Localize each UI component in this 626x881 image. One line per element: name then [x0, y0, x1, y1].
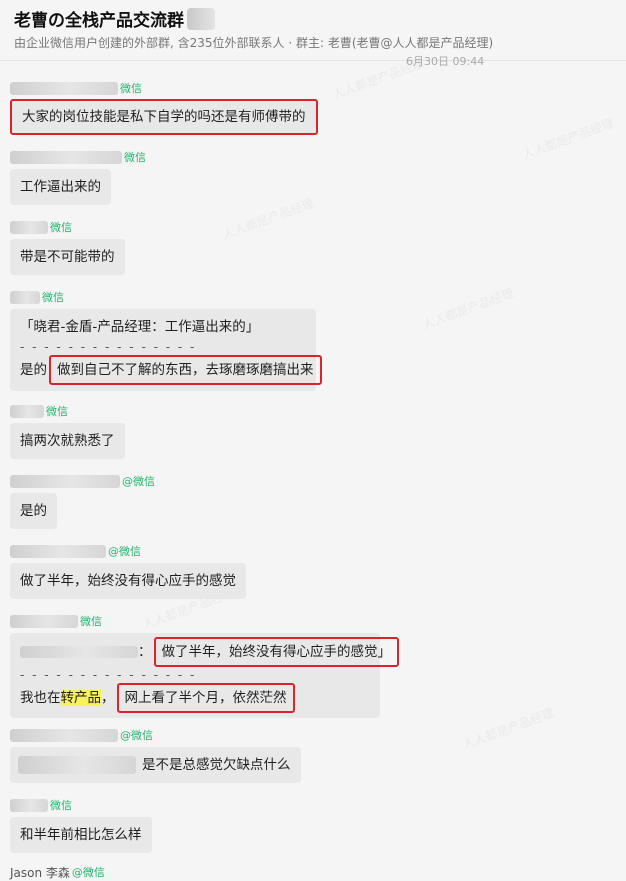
wechat-tag: 微信 [46, 405, 68, 418]
sender-line: @微信 [10, 543, 246, 559]
reply-line: 我也在转产品， 网上看了半个月，依然茫然 [20, 683, 370, 713]
quoted-boxed-text: 做了半年，始终没有得心应手的感觉」 [153, 637, 399, 667]
sender-line: 微信 [10, 80, 318, 96]
watermark: 人人都是产品经理 [220, 195, 316, 242]
message-bubble[interactable]: 大家的岗位技能是私下自学的吗还是有师傅带的 [10, 99, 318, 135]
sender-line: @微信 [10, 473, 155, 489]
chat-message: 微信 带是不可能带的 [10, 219, 125, 275]
message-bubble[interactable]: 搞两次就熟悉了 [10, 423, 125, 459]
wechat-tag: 微信 [42, 291, 64, 304]
chat-message: 微信 工作逼出来的 [10, 149, 146, 205]
chat-message: 微信 「晓君-金盾-产品经理：工作逼出来的」 - - - - - - - - -… [10, 289, 322, 391]
wechat-tag: 微信 [50, 221, 72, 234]
message-bubble[interactable]: 做了半年，始终没有得心应手的感觉 [10, 563, 246, 599]
title-redacted-blur [187, 7, 215, 30]
sender-name-redacted [10, 404, 44, 418]
message-bubble[interactable]: 工作逼出来的 [10, 169, 111, 205]
message-bubble[interactable]: 和半年前相比怎么样 [10, 817, 152, 853]
chat-message: 微信 大家的岗位技能是私下自学的吗还是有师傅带的 [10, 80, 318, 135]
reply-prefix: 是的 [20, 362, 47, 378]
wechat-tag: @微信 [108, 545, 141, 558]
chat-message: 微信 ：做了半年，始终没有得心应手的感觉」 - - - - - - - - - … [10, 613, 399, 718]
group-subtitle: 由企业微信用户创建的外部群, 含235位外部联系人 · 群主: 老曹(老曹@人人… [14, 36, 494, 50]
sender-line: 微信 [10, 403, 125, 419]
sender-name-redacted [10, 81, 118, 95]
sender-name-redacted [10, 474, 120, 488]
wechat-tag: 微信 [124, 151, 146, 164]
sender-line: 微信 [10, 289, 316, 305]
reply-line: 是的 做到自己不了解的东西，去琢磨琢磨搞出来 [20, 355, 322, 385]
sender-line: 微信 [10, 797, 152, 813]
quote-reply-bubble[interactable]: ：做了半年，始终没有得心应手的感觉」 - - - - - - - - - - -… [10, 633, 399, 718]
sender-name: Jason 李森 [10, 865, 70, 880]
highlighted-text: 转产品 [60, 690, 101, 706]
wechat-tag: @微信 [122, 475, 155, 488]
group-title[interactable]: 老曹の全栈产品交流群 [14, 6, 184, 31]
sender-line: 微信 [10, 613, 380, 629]
quote-divider: - - - - - - - - - - - - - - - [20, 668, 197, 682]
wechat-tag: 微信 [50, 799, 72, 812]
chat-message: Jason 李森 @微信 [10, 864, 105, 880]
sender-name-redacted [10, 150, 122, 164]
timestamp: 6月30日 09:44 [406, 55, 485, 68]
chat-message: @微信 做了半年，始终没有得心应手的感觉 [10, 543, 246, 599]
reply-boxed-text: 网上看了半个月，依然茫然 [116, 683, 295, 713]
sender-name-redacted [10, 544, 106, 558]
quote-divider: - - - - - - - - - - - - - - - [20, 340, 197, 354]
quote-separator: ： [138, 644, 152, 660]
sender-line: 微信 [10, 219, 125, 235]
message-bubble[interactable]: 是的 [10, 493, 57, 529]
wechat-tag: @微信 [71, 866, 105, 879]
watermark: 人人都是产品经理 [520, 115, 616, 162]
watermark: 人人都是产品经理 [420, 285, 516, 332]
chat-message: 微信 搞两次就熟悉了 [10, 403, 125, 459]
message-text: 是不是总感觉欠缺点什么 [142, 757, 291, 773]
quoted-sender-redacted [20, 646, 138, 658]
reply-prefix: 我也在 [20, 690, 61, 706]
sender-name-redacted [10, 798, 48, 812]
quote-reply-bubble[interactable]: 「晓君-金盾-产品经理：工作逼出来的」 - - - - - - - - - - … [10, 309, 322, 391]
chat-message: 微信 和半年前相比怎么样 [10, 797, 152, 853]
quoted-text: 「晓君-金盾-产品经理：工作逼出来的」 [20, 319, 260, 335]
wechat-tag: @微信 [120, 729, 153, 742]
reply-boxed-text: 做到自己不了解的东西，去琢磨琢磨搞出来 [49, 355, 322, 385]
sender-name-redacted [10, 290, 40, 304]
chat-message: @微信 是的 [10, 473, 155, 529]
sender-name-redacted [10, 220, 48, 234]
message-bubble[interactable]: 带是不可能带的 [10, 239, 125, 275]
wechat-tag: 微信 [80, 615, 102, 628]
mention-redacted [18, 756, 136, 774]
quote-line: ：做了半年，始终没有得心应手的感觉」 [20, 637, 399, 667]
sender-line: Jason 李森 @微信 [10, 864, 105, 880]
sender-line: @微信 [10, 727, 301, 743]
sender-line: 微信 [10, 149, 146, 165]
message-bubble[interactable]: 是不是总感觉欠缺点什么 [10, 747, 301, 783]
sender-name-redacted [10, 728, 118, 742]
wechat-tag: 微信 [120, 82, 142, 95]
sender-name-redacted [10, 614, 78, 628]
reply-comma: ， [101, 690, 115, 706]
chat-message: @微信 是不是总感觉欠缺点什么 [10, 727, 301, 783]
chat-header: 老曹の全栈产品交流群 由企业微信用户创建的外部群, 含235位外部联系人 · 群… [0, 0, 626, 68]
watermark: 人人都是产品经理 [460, 705, 556, 752]
